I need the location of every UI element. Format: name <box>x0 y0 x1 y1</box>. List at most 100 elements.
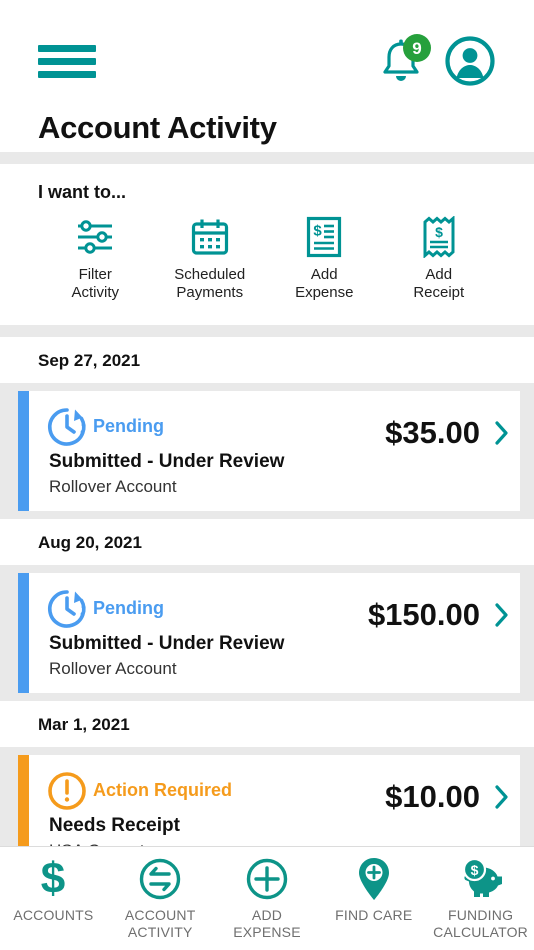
quick-actions-row: Filter Activity Scheduled Payments $ Add… <box>38 215 496 303</box>
clock-pending-icon <box>47 589 86 628</box>
chevron-right-icon[interactable] <box>494 784 510 810</box>
svg-text:$: $ <box>435 224 443 240</box>
status-accent-bar <box>18 572 29 693</box>
activity-card-body: Pending Submitted - Under Review Rollove… <box>29 391 520 511</box>
activity-card[interactable]: Pending Submitted - Under Review Rollove… <box>18 572 520 693</box>
chevron-right-icon[interactable] <box>494 602 510 628</box>
activity-card-main: Pending Submitted - Under Review Rollove… <box>45 405 385 497</box>
activity-amount: $35.00 <box>385 414 480 450</box>
clock-pending-icon <box>47 407 86 446</box>
filter-sliders-icon <box>75 215 115 259</box>
nav-item-label: ADD EXPENSE <box>233 907 301 940</box>
activity-date-header: Sep 27, 2021 <box>0 336 534 383</box>
nav-label-line1: FIND CARE <box>335 907 413 923</box>
svg-text:$: $ <box>470 862 478 878</box>
activity-status-label: Pending <box>93 598 164 619</box>
nav-item-label: ACCOUNT ACTIVITY <box>125 907 196 940</box>
chevron-right-icon[interactable] <box>494 420 510 446</box>
map-pin-plus-icon <box>356 856 392 902</box>
receipt-dollar-icon: $ <box>421 215 457 259</box>
activity-card[interactable]: Pending Submitted - Under Review Rollove… <box>18 390 520 511</box>
notification-badge: 9 <box>403 34 431 62</box>
bottom-navigation: $ ACCOUNTS ACCOUNT ACTIVITY ADD EXPENSE … <box>0 846 534 950</box>
section-divider <box>0 324 534 337</box>
nav-item-add-expense[interactable]: ADD EXPENSE <box>214 856 321 940</box>
activity-status-label: Action Required <box>93 780 233 801</box>
header-top-bar: 9 <box>38 34 496 88</box>
quick-action-label: Filter Activity <box>71 266 119 303</box>
quick-action-scheduled-payments[interactable]: Scheduled Payments <box>156 215 264 303</box>
header-actions: 9 <box>378 34 496 87</box>
nav-item-funding-calculator[interactable]: $ FUNDING CALCULATOR <box>427 856 534 940</box>
activity-card-right: $10.00 <box>385 769 510 815</box>
document-dollar-icon: $ <box>305 215 343 259</box>
nav-label-line1: ACCOUNT <box>124 907 196 923</box>
nav-label-line2: EXPENSE <box>233 923 301 940</box>
activity-card-container: Pending Submitted - Under Review Rollove… <box>0 564 534 701</box>
activity-amount: $150.00 <box>367 596 480 632</box>
activity-card-right: $35.00 <box>385 405 510 451</box>
alert-exclamation-icon <box>48 771 86 810</box>
section-divider <box>0 152 534 164</box>
activity-status-label: Pending <box>93 416 164 437</box>
quick-action-label-line2: Expense <box>295 284 354 302</box>
nav-item-label: ACCOUNTS <box>13 907 93 924</box>
quick-action-label: Add Receipt <box>413 266 464 303</box>
app-screen: 9 Account Activity I want to... Filter A… <box>0 0 534 950</box>
activity-list: Sep 27, 2021 Pending Submitted - Under R… <box>0 336 534 883</box>
activity-account-name: Rollover Account <box>49 476 177 496</box>
quick-action-add-expense[interactable]: $ Add Expense <box>270 215 378 303</box>
svg-text:$: $ <box>41 857 65 901</box>
transfer-arrows-icon <box>138 856 182 902</box>
activity-status-row: Action Required <box>45 769 385 813</box>
activity-description: Needs Receipt <box>49 814 180 836</box>
nav-label-line1: ACCOUNTS <box>13 907 94 923</box>
activity-status-row: Pending <box>45 405 385 449</box>
activity-description: Submitted - Under Review <box>49 450 285 472</box>
activity-card-container: Pending Submitted - Under Review Rollove… <box>0 382 534 519</box>
quick-action-add-receipt[interactable]: $ Add Receipt <box>385 215 493 303</box>
nav-item-find-care[interactable]: FIND CARE <box>320 856 427 924</box>
plus-circle-icon <box>245 856 289 902</box>
quick-action-label-line1: Scheduled <box>174 266 246 283</box>
nav-label-line2: CALCULATOR <box>433 923 528 940</box>
activity-card-main: Pending Submitted - Under Review Rollove… <box>45 587 368 679</box>
piggy-bank-icon: $ <box>457 856 505 902</box>
quick-actions-title: I want to... <box>38 182 126 202</box>
nav-item-label: FIND CARE <box>335 907 412 924</box>
hamburger-line <box>38 57 96 65</box>
hamburger-line <box>38 44 96 52</box>
page-title: Account Activity <box>38 110 277 145</box>
quick-action-label-line2: Receipt <box>413 284 465 302</box>
calendar-icon <box>190 215 230 259</box>
hamburger-menu-icon[interactable] <box>38 44 96 78</box>
dollar-sign-icon: $ <box>36 856 70 902</box>
nav-item-account-activity[interactable]: ACCOUNT ACTIVITY <box>107 856 214 940</box>
quick-action-label-line2: Payments <box>176 284 244 302</box>
activity-status-row: Pending <box>45 587 368 631</box>
svg-text:$: $ <box>314 223 323 240</box>
activity-date-header: Aug 20, 2021 <box>0 518 534 565</box>
nav-item-accounts[interactable]: $ ACCOUNTS <box>0 856 107 924</box>
activity-amount: $10.00 <box>385 778 480 814</box>
hamburger-line <box>38 70 96 78</box>
quick-action-label-line2: Activity <box>71 284 119 302</box>
app-header: 9 Account Activity <box>0 0 534 152</box>
activity-description: Submitted - Under Review <box>49 632 285 654</box>
quick-action-label: Add Expense <box>295 266 353 303</box>
status-accent-bar <box>18 390 29 511</box>
quick-action-label-line1: Add <box>310 266 338 283</box>
nav-label-line1: FUNDING <box>447 907 514 923</box>
quick-action-filter-activity[interactable]: Filter Activity <box>41 215 149 303</box>
notifications-button[interactable]: 9 <box>378 34 431 85</box>
nav-item-label: FUNDING CALCULATOR <box>433 907 528 940</box>
quick-actions-panel: I want to... Filter Activity Scheduled P… <box>0 164 534 325</box>
quick-action-label-line1: Filter <box>78 266 112 283</box>
quick-action-label: Scheduled Payments <box>174 266 245 303</box>
nav-label-line1: ADD <box>251 907 283 923</box>
activity-account-name: Rollover Account <box>49 658 177 678</box>
activity-date-header: Mar 1, 2021 <box>0 700 534 747</box>
user-avatar-icon[interactable] <box>444 35 496 87</box>
activity-card-right: $150.00 <box>368 587 510 633</box>
activity-card-body: Pending Submitted - Under Review Rollove… <box>29 573 520 693</box>
